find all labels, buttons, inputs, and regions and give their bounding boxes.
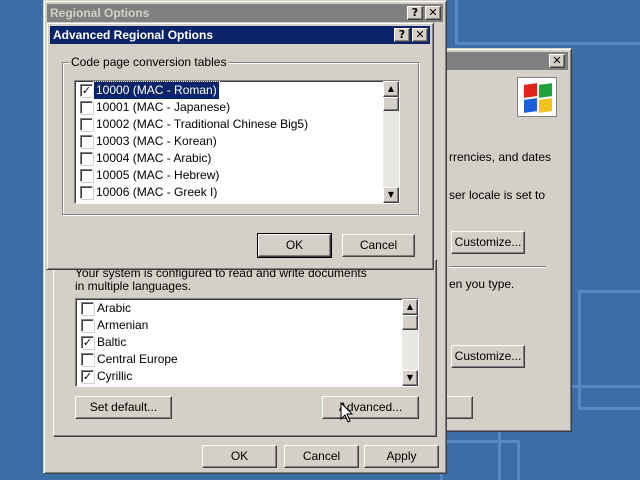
group-label: Code page conversion tables — [69, 55, 229, 69]
close-icon: ✕ — [428, 6, 438, 19]
advanced-dialog-titlebar: Advanced Regional Options ? ✕ — [50, 26, 430, 44]
background-window-titlebar: ✕ — [444, 52, 568, 70]
checkbox[interactable] — [80, 118, 93, 131]
language-item-label: Baltic — [97, 335, 127, 349]
checkbox[interactable] — [81, 353, 94, 366]
language-item-label: Central Europe — [97, 352, 178, 366]
scroll-thumb[interactable] — [383, 97, 399, 111]
checkmark-icon: ✓ — [82, 336, 93, 349]
background-window: ✕ rrencies, and dates ser locale is set … — [437, 48, 572, 432]
background-text-line-2: ser locale is set to — [449, 188, 546, 202]
cancel-button[interactable]: Cancel — [284, 445, 359, 468]
checkbox[interactable] — [80, 135, 93, 148]
checkbox[interactable] — [80, 186, 93, 199]
scroll-up-icon: ▲ — [387, 84, 395, 93]
help-button[interactable]: ? — [394, 28, 410, 42]
checkbox[interactable]: ✓ — [80, 84, 93, 97]
window-title: Regional Options — [50, 6, 150, 20]
language-list[interactable]: Arabic Armenian ✓ Baltic Central Europe ✓ Cyri… — [75, 298, 419, 387]
checkbox[interactable] — [81, 319, 94, 332]
close-button[interactable]: ✕ — [425, 6, 441, 20]
checkbox[interactable] — [80, 101, 93, 114]
advanced-button[interactable]: Advanced... — [322, 396, 419, 419]
code-page-item-label: 10001 (MAC - Japanese) — [96, 100, 231, 114]
dialog-title: Advanced Regional Options — [53, 28, 214, 42]
scroll-up-button[interactable]: ▲ — [383, 81, 399, 97]
code-page-item-label: 10004 (MAC - Arabic) — [96, 151, 212, 165]
regional-options-titlebar: Regional Options ? ✕ — [47, 4, 443, 22]
windows-logo-icon — [517, 77, 557, 117]
code-page-item-label: 10006 (MAC - Greek I) — [96, 185, 218, 199]
close-icon: ✕ — [552, 54, 562, 67]
customize-button-1[interactable]: Customize... — [451, 231, 525, 254]
mouse-cursor-icon — [340, 402, 354, 423]
divider — [449, 266, 546, 268]
tab-panel: Your system is configured to read and wr… — [53, 259, 437, 437]
code-page-item-label: 10000 (MAC - Roman) — [93, 81, 220, 100]
help-icon: ? — [398, 28, 406, 41]
checkmark-icon: ✓ — [82, 370, 93, 383]
scroll-down-icon: ▼ — [406, 373, 414, 382]
checkmark-icon: ✓ — [81, 84, 92, 97]
checkbox[interactable]: ✓ — [81, 370, 94, 383]
desktop-decoration — [455, 0, 640, 45]
language-item-label: Arabic — [97, 301, 132, 315]
code-page-item-label: 10005 (MAC - Hebrew) — [96, 168, 220, 182]
background-text-line-1: rrencies, and dates — [449, 150, 552, 164]
code-page-item-label: 10003 (MAC - Korean) — [96, 134, 217, 148]
languages-description: Your system is configured to read and wr… — [75, 266, 367, 293]
code-page-item-label: 10002 (MAC - Traditional Chinese Big5) — [96, 117, 309, 131]
help-icon: ? — [411, 6, 419, 19]
scroll-down-icon: ▼ — [387, 190, 395, 199]
background-text-line-3: en you type. — [449, 277, 515, 291]
code-page-list-scrollbar[interactable]: ▲ ▼ — [383, 81, 399, 203]
desktop-decoration — [440, 440, 520, 480]
scroll-up-icon: ▲ — [406, 302, 414, 311]
close-icon: ✕ — [415, 28, 425, 41]
language-list-scrollbar[interactable]: ▲ ▼ — [402, 299, 418, 386]
ok-button[interactable]: OK — [202, 445, 277, 468]
background-close-button[interactable]: ✕ — [549, 54, 565, 68]
checkbox[interactable] — [80, 152, 93, 165]
scroll-up-button[interactable]: ▲ — [402, 299, 418, 315]
scroll-thumb[interactable] — [402, 315, 418, 330]
language-item-label: Cyrillic — [97, 369, 133, 383]
checkbox[interactable] — [81, 302, 94, 315]
close-button[interactable]: ✕ — [412, 28, 428, 42]
code-page-list[interactable]: ✓ 10000 (MAC - Roman) 10001 (MAC - Japanes… — [74, 80, 400, 204]
customize-button-2[interactable]: Customize... — [451, 345, 525, 368]
cancel-button[interactable]: Cancel — [342, 234, 415, 257]
scroll-down-button[interactable]: ▼ — [402, 370, 418, 386]
checkbox[interactable]: ✓ — [81, 336, 94, 349]
scroll-down-button[interactable]: ▼ — [383, 187, 399, 203]
help-button[interactable]: ? — [407, 6, 423, 20]
checkbox[interactable] — [80, 169, 93, 182]
language-item-label: Armenian — [97, 318, 149, 332]
advanced-regional-options-dialog: Advanced Regional Options ? ✕ Code page … — [46, 22, 434, 270]
set-default-button[interactable]: Set default... — [75, 396, 172, 419]
apply-button[interactable]: Apply — [364, 445, 439, 468]
ok-button[interactable]: OK — [257, 233, 332, 258]
